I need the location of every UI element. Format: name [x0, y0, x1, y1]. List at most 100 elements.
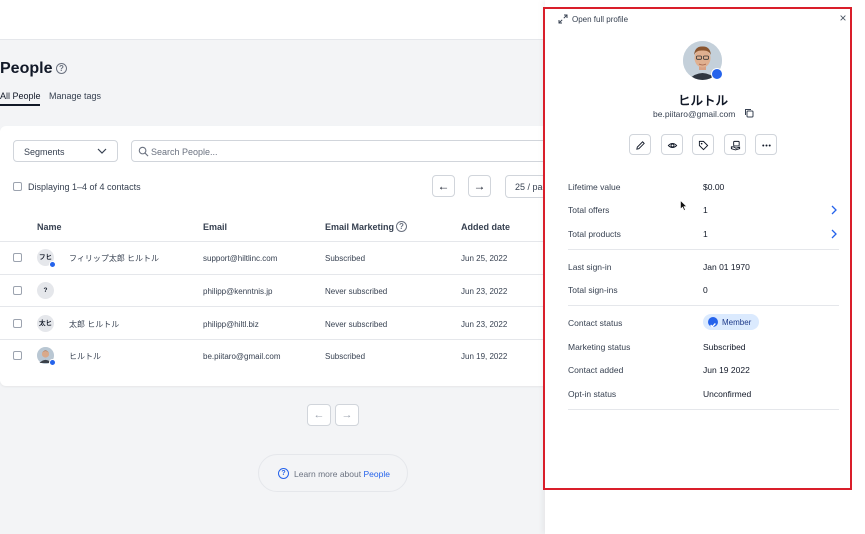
contact-name[interactable]: ヒルトル	[69, 351, 101, 362]
contact-added-label: Contact added	[568, 365, 624, 375]
total-offers-label: Total offers	[568, 205, 610, 215]
tag-button[interactable]	[692, 134, 714, 155]
total-sign-ins-value: 0	[703, 285, 708, 295]
lifetime-value: $0.00	[703, 182, 725, 192]
verified-badge-icon	[711, 68, 723, 80]
more-actions-button[interactable]	[755, 134, 777, 155]
contact-email: be.piitaro@gmail.com	[653, 109, 736, 119]
contact-status-label: Contact status	[568, 318, 623, 328]
chevron-down-icon	[97, 148, 107, 154]
close-icon[interactable]: ×	[836, 11, 850, 25]
pencil-icon	[636, 141, 645, 150]
contact-name[interactable]: 太郎 ヒルトル	[69, 319, 119, 330]
check-circle-icon	[708, 317, 718, 328]
email-marketing-status: Subscribed	[325, 352, 366, 361]
select-all-checkbox[interactable]	[13, 182, 22, 191]
email-marketing-status: Never subscribed	[325, 287, 388, 296]
row-checkbox[interactable]	[13, 319, 22, 328]
marketing-status-label: Marketing status	[568, 342, 631, 352]
help-icon: ?	[278, 468, 289, 479]
column-header-email[interactable]: Email	[203, 222, 227, 232]
row-divider	[0, 339, 560, 340]
chevron-right-icon[interactable]	[829, 205, 838, 215]
section-divider	[568, 409, 839, 410]
column-header-email-marketing[interactable]: Email Marketing	[325, 222, 394, 232]
member-status-text: Member	[722, 318, 752, 327]
search-input[interactable]: Search People...	[131, 140, 571, 162]
contact-email: philipp@hiltl.biz	[203, 320, 259, 329]
row-checkbox[interactable]	[13, 286, 22, 295]
row-divider	[0, 306, 560, 307]
email-marketing-status: Never subscribed	[325, 320, 388, 329]
prev-page-button[interactable]: ←	[432, 175, 455, 197]
view-as-button[interactable]	[661, 134, 683, 155]
contact-name-heading: ヒルトル	[677, 94, 728, 108]
avatar: 太ヒ	[37, 315, 54, 332]
total-sign-ins-label: Total sign-ins	[568, 285, 618, 295]
learn-more-pill[interactable]: ? Learn more about People	[258, 454, 408, 492]
total-products-value: 1	[703, 229, 708, 239]
added-date: Jun 23, 2022	[461, 287, 508, 296]
added-date: Jun 23, 2022	[461, 320, 508, 329]
added-date: Jun 25, 2022	[461, 254, 508, 263]
opt-in-status-value: Unconfirmed	[703, 389, 752, 399]
bottom-prev-page-button[interactable]: ←	[307, 404, 331, 426]
contact-email: support@hiltlinc.com	[203, 254, 278, 263]
bottom-next-page-button[interactable]: →	[335, 404, 359, 426]
opt-in-status-label: Opt-in status	[568, 389, 617, 399]
display-count: Displaying 1–4 of 4 contacts	[28, 182, 141, 192]
header-divider	[0, 241, 560, 242]
edit-button[interactable]	[629, 134, 651, 155]
avatar: フヒ	[37, 249, 56, 268]
verified-badge-icon	[49, 359, 56, 366]
section-divider	[568, 249, 839, 250]
chevron-right-icon[interactable]	[829, 229, 838, 239]
avatar-initials: ?	[43, 287, 48, 294]
member-status-badge: Member	[703, 314, 759, 330]
total-offers-value: 1	[703, 205, 708, 215]
section-divider	[568, 305, 839, 306]
email-marketing-status: Subscribed	[325, 254, 366, 263]
avatar-initials: 太ヒ	[39, 320, 52, 327]
tab-manage-tags[interactable]: Manage tags	[49, 91, 101, 101]
search-placeholder: Search People...	[151, 147, 218, 157]
segments-dropdown[interactable]: Segments	[13, 140, 118, 162]
copy-icon[interactable]	[744, 108, 754, 118]
last-sign-in-label: Last sign-in	[568, 262, 612, 272]
next-page-button[interactable]: →	[468, 175, 491, 197]
row-divider	[0, 274, 560, 275]
tab-all-people[interactable]: All People	[0, 91, 41, 101]
help-icon[interactable]: ?	[56, 63, 67, 74]
contact-added-value: Jun 19 2022	[703, 365, 750, 375]
contact-email: be.piitaro@gmail.com	[203, 352, 281, 361]
last-sign-in-value: Jan 01 1970	[703, 262, 750, 272]
page-title: People	[0, 60, 53, 77]
more-horizontal-icon	[762, 144, 771, 147]
avatar: ?	[37, 282, 54, 299]
grant-offer-button[interactable]	[724, 134, 746, 155]
mouse-cursor-icon	[680, 200, 688, 211]
active-tab-indicator	[0, 104, 40, 106]
row-checkbox[interactable]	[13, 351, 22, 360]
avatar-initials: フヒ	[39, 254, 52, 261]
column-header-added-date[interactable]: Added date	[461, 222, 510, 232]
learn-more-text: Learn more about	[294, 469, 362, 479]
segments-label: Segments	[24, 147, 65, 157]
open-full-profile-link[interactable]: Open full profile	[572, 15, 628, 24]
contact-name[interactable]: フィリップ太郎 ヒルトル	[69, 253, 159, 264]
verified-badge-icon	[49, 261, 56, 268]
lifetime-value-label: Lifetime value	[568, 182, 621, 192]
total-products-label: Total products	[568, 229, 621, 239]
added-date: Jun 19, 2022	[461, 352, 508, 361]
row-checkbox[interactable]	[13, 253, 22, 262]
hand-gift-icon	[730, 140, 741, 151]
column-header-name[interactable]: Name	[37, 222, 62, 232]
marketing-status-value: Subscribed	[703, 342, 746, 352]
eye-refresh-icon	[667, 142, 678, 149]
contact-email: philipp@kenntnis.jp	[203, 287, 273, 296]
avatar	[37, 347, 56, 366]
learn-more-link[interactable]: People	[363, 469, 389, 479]
expand-icon[interactable]	[558, 14, 568, 24]
search-icon	[138, 146, 149, 157]
email-marketing-help-icon[interactable]: ?	[396, 221, 407, 232]
